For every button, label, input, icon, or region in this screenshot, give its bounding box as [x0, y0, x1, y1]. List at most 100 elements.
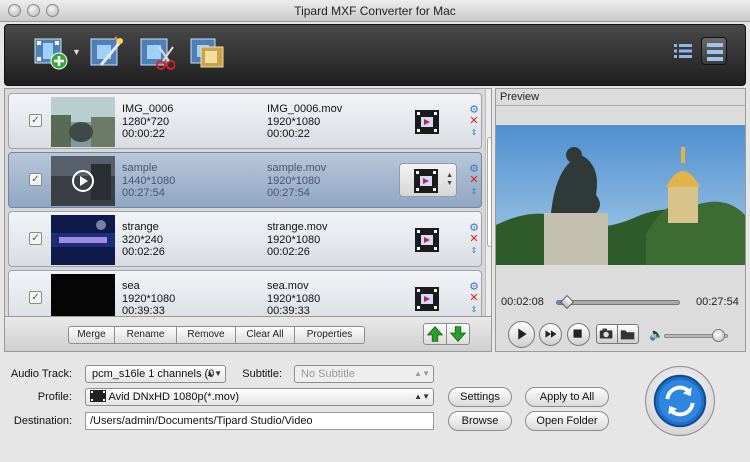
open-snapshot-folder-button[interactable] [617, 324, 639, 344]
properties-button[interactable]: Properties [294, 326, 365, 344]
film-format-icon [414, 169, 438, 193]
seek-bar[interactable] [556, 294, 680, 310]
source-duration: 00:27:54 [122, 187, 165, 199]
scrollbar-thumb[interactable] [487, 137, 491, 247]
select-arrows-icon: ▲▼ [206, 369, 222, 378]
camera-icon [599, 328, 613, 339]
output-filename: sample.mov [267, 162, 327, 174]
stop-button[interactable] [567, 323, 590, 346]
film-format-icon [415, 228, 439, 252]
audio-track-label: Audio Track: [10, 368, 72, 380]
main-toolbar: ▼ [4, 24, 746, 86]
open-folder-button[interactable]: Open Folder [525, 411, 609, 431]
clear-all-button[interactable]: Clear All [235, 326, 295, 344]
move-up-button[interactable] [423, 323, 447, 345]
select-arrows-icon: ▲▼ [414, 369, 430, 378]
source-duration: 00:02:26 [122, 246, 165, 258]
audio-track-value: pcm_s16le 1 channels (0 [92, 368, 215, 380]
reorder-arrows-icon[interactable]: ⇕ [468, 245, 480, 257]
detail-view-icon [707, 43, 723, 61]
preview-panel: Preview 00:02:08 00:27:54 🔈 [495, 88, 746, 352]
output-filename: strange.mov [267, 221, 328, 233]
subtitle-value: No Subtitle [301, 368, 355, 380]
volume-slider[interactable] [664, 329, 728, 342]
select-arrows-icon: ▲▼ [414, 392, 430, 401]
convert-button[interactable] [645, 366, 715, 436]
output-filename: IMG_0006.mov [267, 103, 343, 115]
add-video-button[interactable] [33, 35, 69, 71]
snapshot-button[interactable] [596, 324, 618, 344]
file-row-sample[interactable]: ✓ sample 1440*1080 00:27:54 sample.mov 1… [8, 152, 482, 208]
remove-x-icon[interactable]: ✕ [468, 174, 480, 186]
edit-magic-wand-icon [90, 36, 123, 66]
source-filename: sample [122, 162, 158, 174]
clip-button[interactable] [139, 35, 176, 71]
edit-button[interactable] [89, 35, 125, 71]
profile-value: Avid DNxHD 1080p(*.mov) [108, 391, 240, 403]
source-resolution: 1920*1080 [122, 292, 176, 305]
reorder-arrows-icon[interactable]: ⇕ [468, 304, 480, 316]
remove-x-icon[interactable]: ✕ [468, 115, 480, 127]
settings-button[interactable]: Settings [448, 387, 512, 407]
source-filename: strange [122, 221, 159, 233]
audio-track-select[interactable]: pcm_s16le 1 channels (0 ▲▼ [85, 365, 226, 383]
zoom-window-button[interactable] [46, 4, 59, 17]
volume-thumb[interactable] [711, 329, 725, 342]
source-filename: IMG_0006 [122, 103, 174, 115]
file-list-scrollbar[interactable] [485, 89, 491, 345]
seek-thumb[interactable] [559, 294, 574, 310]
move-down-button[interactable] [446, 323, 470, 345]
profile-label: Profile: [37, 391, 72, 403]
volume-icon: 🔈 [649, 327, 664, 341]
merge-button-toolbar[interactable] [189, 35, 225, 71]
file-row-img-0006[interactable]: ✓ IMG_0006 1280*720 00:00:22 IMG_0006.mo… [8, 93, 482, 149]
apply-to-all-button[interactable]: Apply to All [525, 387, 609, 407]
window-titlebar: Tipard MXF Converter for Mac [0, 0, 750, 22]
remove-button[interactable]: Remove [176, 326, 236, 344]
window-title: Tipard MXF Converter for Mac [294, 4, 456, 18]
output-format-button[interactable] [414, 108, 440, 136]
play-button[interactable] [508, 321, 535, 348]
fast-forward-button[interactable] [539, 323, 562, 346]
folder-icon [620, 330, 635, 340]
source-duration: 00:00:22 [122, 128, 165, 140]
source-resolution: 1440*1080 [122, 174, 176, 187]
add-dropdown-arrow-icon[interactable]: ▼ [72, 47, 81, 57]
rename-button[interactable]: Rename [114, 326, 177, 344]
thumbnail [51, 215, 115, 265]
fast-forward-icon [545, 330, 557, 338]
output-duration: 00:02:26 [267, 246, 310, 258]
file-row-strange[interactable]: ✓ strange 320*240 00:02:26 strange.mov 1… [8, 211, 482, 267]
file-checkbox[interactable]: ✓ [29, 173, 42, 186]
destination-field[interactable]: /Users/admin/Documents/Tipard Studio/Vid… [85, 412, 434, 430]
subtitle-select[interactable]: No Subtitle ▲▼ [294, 365, 434, 383]
play-icon [518, 328, 527, 340]
subtitle-label: Subtitle: [242, 368, 282, 380]
reorder-arrows-icon[interactable]: ⇕ [468, 127, 480, 139]
list-view-icon [674, 44, 692, 58]
list-view-button[interactable] [670, 37, 696, 65]
dropdown-stepper-icon: ▲ ▼ [446, 172, 453, 187]
output-format-dropdown[interactable]: ▲ ▼ [399, 163, 457, 197]
close-window-button[interactable] [8, 4, 21, 17]
remove-x-icon[interactable]: ✕ [468, 233, 480, 245]
destination-label: Destination: [13, 415, 72, 427]
file-checkbox[interactable]: ✓ [29, 114, 42, 127]
profile-select[interactable]: Avid DNxHD 1080p(*.mov) ▲▼ [85, 388, 434, 406]
browse-button[interactable]: Browse [448, 411, 512, 431]
file-checkbox[interactable]: ✓ [29, 291, 42, 304]
reorder-arrows-icon[interactable]: ⇕ [468, 186, 480, 198]
merge-button[interactable]: Merge [68, 326, 115, 344]
output-format-button[interactable] [414, 226, 440, 254]
green-up-arrow-icon [426, 326, 444, 342]
source-filename: sea [122, 280, 140, 292]
remove-x-icon[interactable]: ✕ [468, 292, 480, 304]
output-duration: 00:27:54 [267, 187, 310, 199]
stop-icon [573, 329, 582, 338]
source-resolution: 320*240 [122, 233, 163, 246]
output-resolution: 1920*1080 [267, 233, 321, 246]
output-format-button[interactable] [414, 285, 440, 313]
file-checkbox[interactable]: ✓ [29, 232, 42, 245]
minimize-window-button[interactable] [27, 4, 40, 17]
detail-view-button[interactable] [701, 37, 727, 65]
